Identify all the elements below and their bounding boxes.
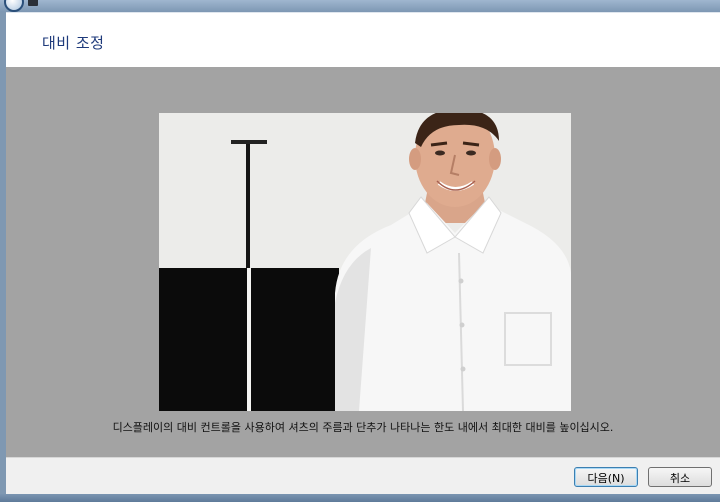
next-button[interactable]: 다음(N)	[574, 467, 638, 487]
taskbar-strip	[0, 494, 720, 502]
cancel-button[interactable]: 취소	[648, 467, 712, 487]
instruction-text: 디스플레이의 대비 컨트롤을 사용하여 셔츠의 주름과 단추가 나타나는 한도 …	[112, 421, 614, 434]
window-top-frame	[0, 0, 720, 12]
calibration-content: 디스플레이의 대비 컨트롤을 사용하여 셔츠의 주름과 단추가 나타나는 한도 …	[6, 67, 720, 457]
window-app-icon	[28, 0, 38, 6]
button-bar: 다음(N) 취소	[6, 457, 720, 495]
window-header: 대비 조정	[6, 13, 720, 67]
calibration-photo	[159, 113, 571, 411]
calibration-window: 대비 조정 디스플레이의 대비 컨트롤을 사용하여 셔츠의 주름과 단추가 나타…	[6, 12, 720, 495]
man-in-white-shirt-icon	[159, 113, 571, 411]
page-title: 대비 조정	[42, 34, 105, 52]
